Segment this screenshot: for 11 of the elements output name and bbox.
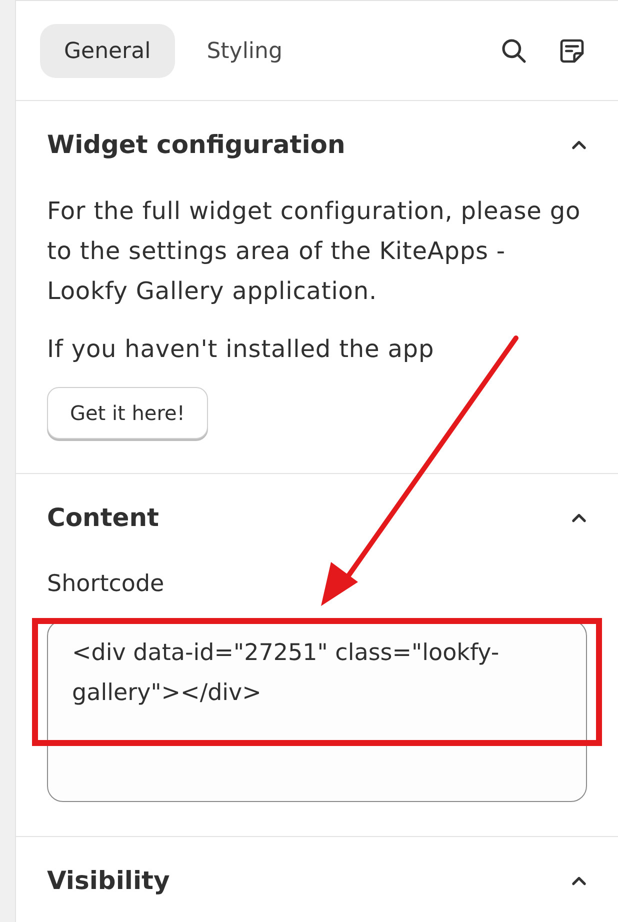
description-text: If you haven't installed the app bbox=[47, 334, 436, 365]
section-title: Widget configuration bbox=[47, 129, 346, 161]
section-title: Content bbox=[47, 502, 159, 534]
search-icon[interactable] bbox=[500, 37, 528, 65]
tab[interactable]: Styling bbox=[182, 24, 306, 78]
section-title: Visibility bbox=[47, 865, 170, 897]
field-label: Shortcode bbox=[47, 570, 166, 599]
note-icon[interactable] bbox=[558, 37, 586, 65]
description-text: For the full widget configuration, please go to the settings area of the KiteApps - Lookfy Gallery application. bbox=[47, 196, 582, 307]
get-it-button[interactable]: Get it here! bbox=[47, 387, 208, 439]
tab[interactable]: General bbox=[40, 24, 175, 78]
